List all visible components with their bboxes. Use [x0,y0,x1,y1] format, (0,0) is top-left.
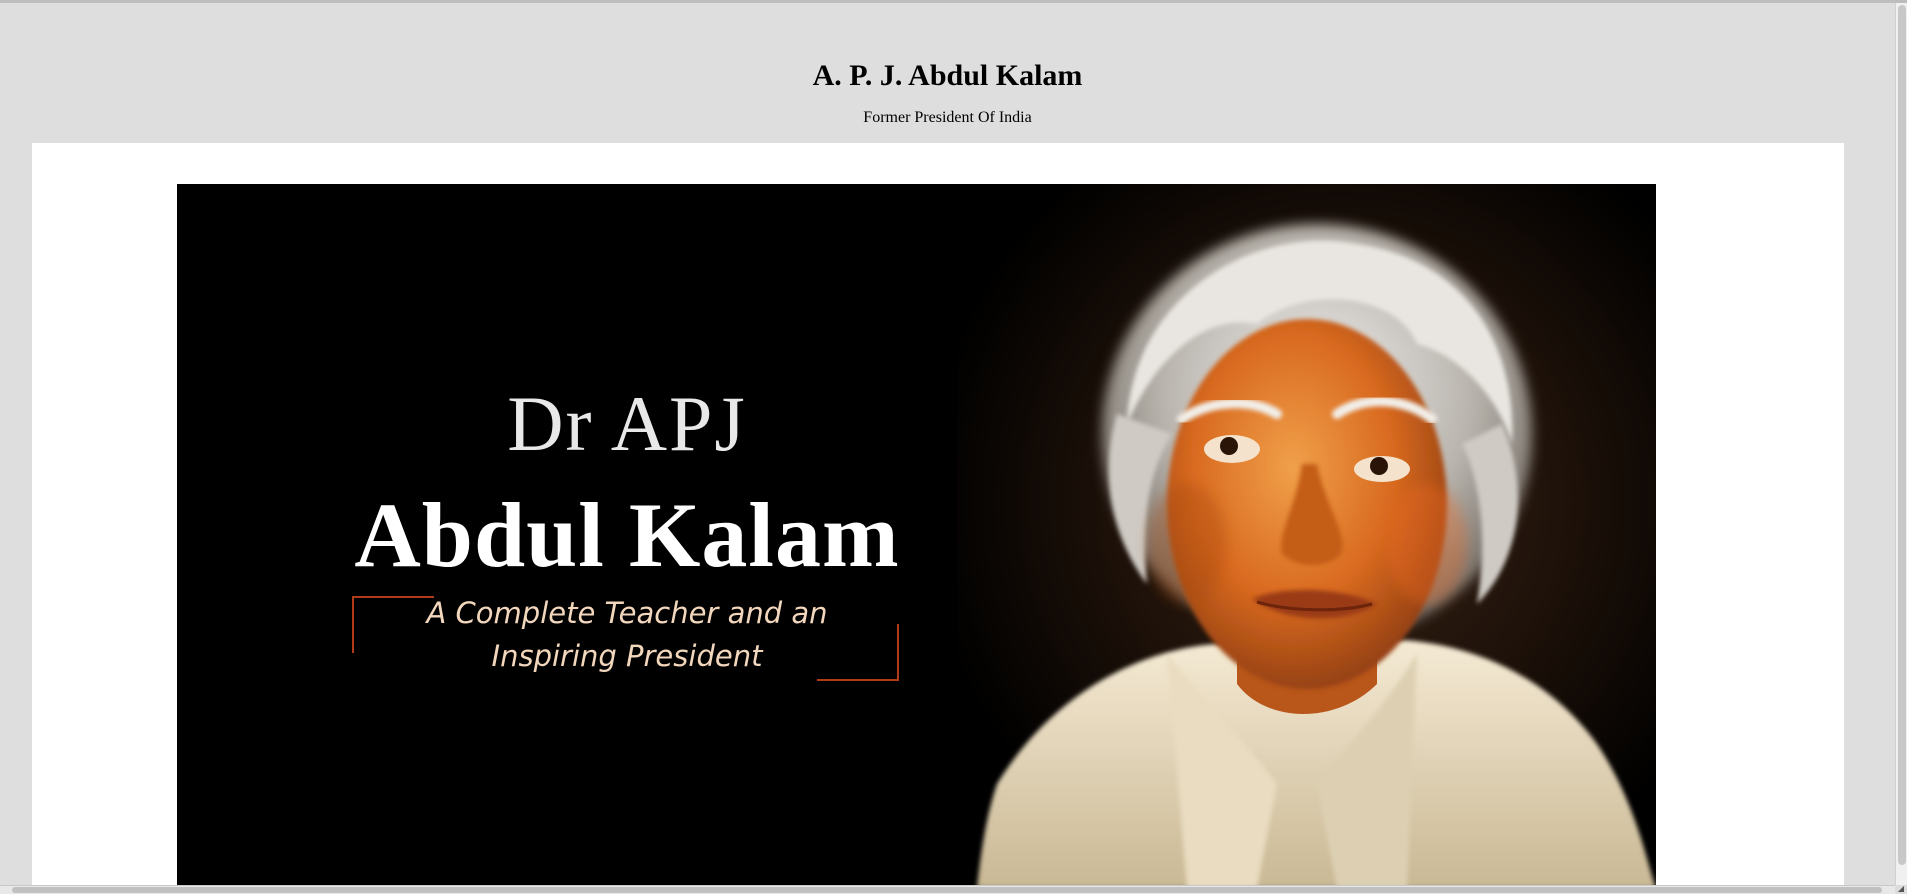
horizontal-scrollbar-thumb[interactable] [12,887,1882,893]
hero-tagline-line2: Inspiring President [491,639,763,673]
portrait-illustration [957,184,1656,888]
page: A. P. J. Abdul Kalam Former President Of… [0,3,1895,888]
content-card: Dr APJ Abdul Kalam A Complete Teacher an… [32,143,1844,888]
vertical-scrollbar-thumb[interactable] [1898,5,1906,865]
page-subtitle: Former President Of India [863,109,1032,126]
page-header: A. P. J. Abdul Kalam Former President Of… [0,3,1895,143]
hero-title-line1: Dr APJ [507,380,747,467]
page-title: A. P. J. Abdul Kalam [812,59,1083,92]
hero-tagline-line1: A Complete Teacher and an [426,596,828,630]
hero-image: Dr APJ Abdul Kalam A Complete Teacher an… [177,184,1656,888]
hero-tagline: A Complete Teacher and an Inspiring Pres… [352,592,902,678]
hero-title-line2: Abdul Kalam [354,484,900,586]
hero-text-block: Dr APJ Abdul Kalam A Complete Teacher an… [177,184,1077,888]
vertical-scrollbar[interactable] [1895,3,1907,885]
resize-corner-icon[interactable]: ◢ [1895,885,1907,893]
